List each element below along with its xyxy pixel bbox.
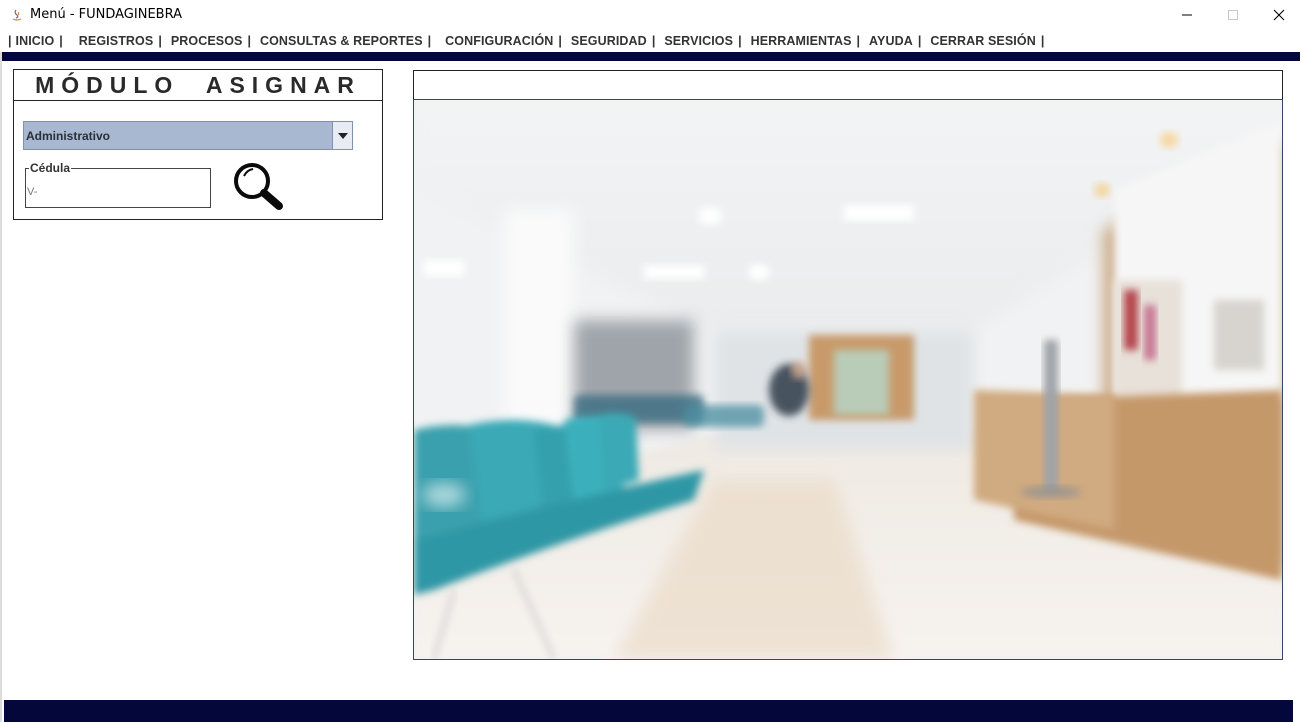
- menu-herramientas[interactable]: HERRAMIENTAS: [751, 34, 852, 48]
- combobox-arrow-button[interactable]: [332, 122, 352, 149]
- header-band: [2, 52, 1300, 61]
- close-icon: [1273, 9, 1285, 21]
- search-button[interactable]: [231, 160, 285, 212]
- minimize-icon: [1182, 14, 1192, 16]
- menu-bar: | INICIO | REGISTROS | PROCESOS | CONSUL…: [0, 30, 1302, 52]
- menu-separator: |: [738, 34, 742, 48]
- menu-separator: |: [247, 34, 251, 48]
- menu-seguridad[interactable]: SEGURIDAD: [571, 34, 647, 48]
- image-header-bar: [413, 70, 1283, 100]
- combobox-selected-value: Administrativo: [26, 129, 111, 143]
- app-window: Menú - FUNDAGINEBRA | INICIO | REGISTROS…: [0, 0, 1302, 722]
- menu-separator: |: [917, 34, 922, 48]
- menu-separator: |: [158, 34, 162, 48]
- menu-procesos[interactable]: PROCESOS: [171, 34, 243, 48]
- title-bar: Menú - FUNDAGINEBRA: [0, 0, 1302, 30]
- hospital-waiting-room-illustration: [414, 100, 1282, 659]
- minimize-button[interactable]: [1164, 0, 1210, 30]
- menu-inicio[interactable]: INICIO: [16, 34, 55, 48]
- close-button[interactable]: [1256, 0, 1302, 30]
- menu-registros[interactable]: REGISTROS: [79, 34, 154, 48]
- cedula-label: Cédula: [29, 161, 72, 175]
- menu-servicios[interactable]: SERVICIOS: [664, 34, 733, 48]
- menu-separator: |: [651, 34, 656, 48]
- menu-consultas-reportes[interactable]: CONSULTAS & REPORTES: [260, 34, 423, 48]
- window-left-edge: [0, 52, 2, 722]
- menu-ayuda[interactable]: AYUDA: [869, 34, 913, 48]
- menu-separator: |: [59, 34, 63, 48]
- menu-configuracion[interactable]: CONFIGURACIÓN: [445, 34, 553, 48]
- menu-separator: |: [856, 34, 861, 48]
- menu-separator: |: [427, 34, 432, 48]
- menu-cerrar-sesion[interactable]: CERRAR SESIÓN: [930, 34, 1035, 48]
- java-app-icon: [12, 9, 22, 21]
- menu-separator: |: [1040, 34, 1045, 48]
- module-title: MÓDULO ASIGNAR: [35, 71, 361, 98]
- area-combobox[interactable]: Administrativo: [23, 121, 353, 150]
- hospital-background-image: [413, 99, 1283, 660]
- menu-separator: |: [558, 34, 562, 48]
- cedula-input[interactable]: [27, 182, 207, 202]
- maximize-button[interactable]: [1210, 0, 1256, 30]
- module-title-box: MÓDULO ASIGNAR: [13, 69, 383, 101]
- magnifier-icon: [234, 163, 283, 210]
- window-title: Menú - FUNDAGINEBRA: [30, 7, 182, 22]
- footer-band: [4, 700, 1293, 722]
- chevron-down-icon: [337, 132, 348, 139]
- menu-lead-separator: |: [8, 34, 12, 48]
- maximize-icon: [1228, 10, 1238, 20]
